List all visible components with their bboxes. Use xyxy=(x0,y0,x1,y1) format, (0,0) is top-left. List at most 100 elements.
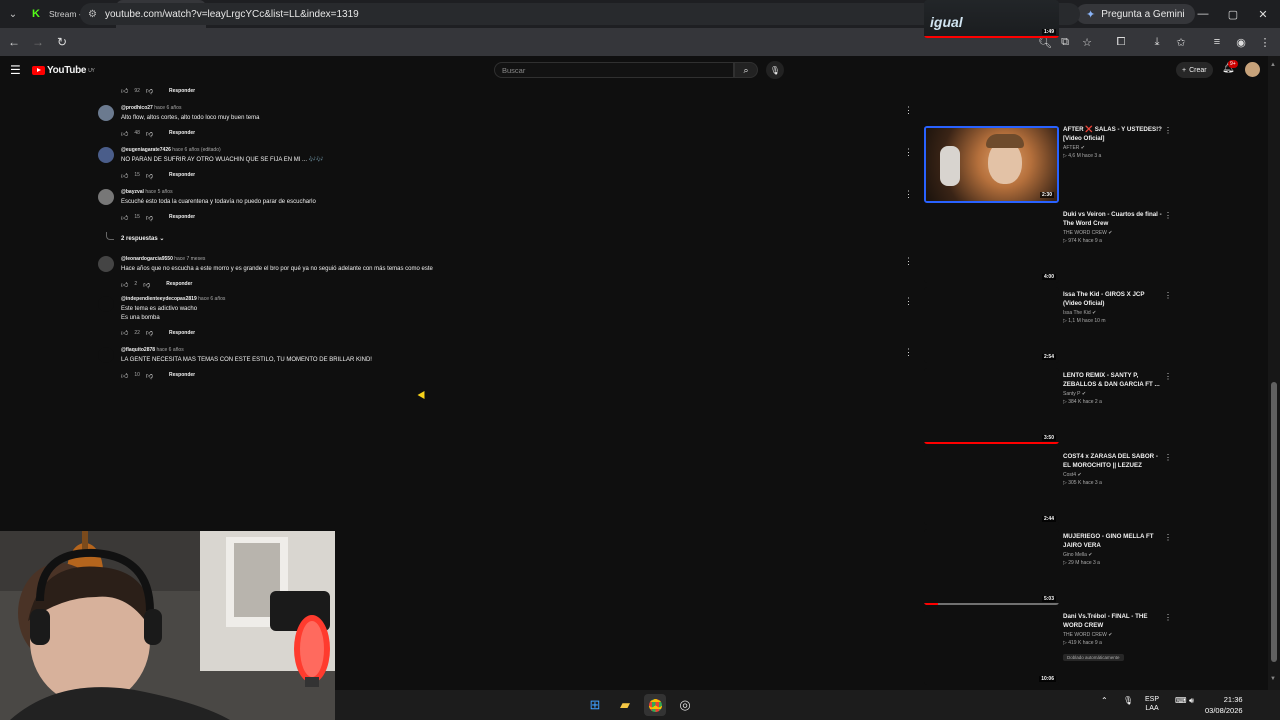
comment-more-icon[interactable]: ⋮ xyxy=(904,147,913,158)
video-title[interactable]: COST4 x ZARASA DEL SABOR - EL MOROCHITO … xyxy=(1063,453,1163,470)
comment-time[interactable]: hace 6 años xyxy=(156,347,183,353)
dislike-icon[interactable]: 👎︎ xyxy=(146,86,153,95)
scroll-down-icon[interactable]: ▼ xyxy=(1270,676,1276,682)
reply-button[interactable]: Responder xyxy=(169,372,195,378)
video-more-icon[interactable]: ⋮ xyxy=(1164,291,1172,300)
video-channel[interactable]: THE WORD CREW ✔ xyxy=(1063,632,1163,638)
video-more-icon[interactable]: ⋮ xyxy=(1164,453,1172,462)
video-more-icon[interactable]: ⋮ xyxy=(1164,372,1172,381)
dislike-icon[interactable]: 👎︎ xyxy=(146,129,153,138)
microphone-tray-icon[interactable]: 🎙︎ xyxy=(1123,696,1133,705)
like-icon[interactable]: 👍︎ xyxy=(121,171,128,180)
chrome-icon[interactable] xyxy=(644,694,666,716)
minimize-button[interactable]: — xyxy=(1188,0,1218,28)
scrollbar-thumb[interactable] xyxy=(1271,382,1277,662)
reply-button[interactable]: Responder xyxy=(169,88,195,94)
scroll-up-icon[interactable]: ▲ xyxy=(1270,62,1276,68)
language-indicator[interactable]: ESP LAA xyxy=(1145,695,1159,713)
video-more-icon[interactable]: ⋮ xyxy=(1164,211,1172,220)
reload-icon[interactable]: ↻ xyxy=(50,35,74,49)
gemini-button[interactable]: ✦ Pregunta a Gemini xyxy=(1076,4,1195,24)
comment-author[interactable]: @prodhico27 xyxy=(121,105,153,111)
like-icon[interactable]: 👍︎ xyxy=(121,86,128,95)
video-thumbnail[interactable]: 2:30 xyxy=(924,126,1059,203)
dislike-icon[interactable]: 👎︎ xyxy=(143,280,150,289)
comment-time[interactable]: hace 6 años (editado) xyxy=(172,147,220,153)
video-title[interactable]: Issa The Kid - GIROS X JCP (Video Oficia… xyxy=(1063,291,1163,308)
media-control-icon[interactable]: ≡ xyxy=(1206,28,1228,56)
file-explorer-icon[interactable]: ▰ xyxy=(614,694,636,716)
comment-author[interactable]: @leonardogarcia9550 xyxy=(121,256,173,262)
video-thumbnail[interactable]: 2:54 xyxy=(924,287,1059,363)
comment-avatar[interactable] xyxy=(98,105,114,121)
dislike-icon[interactable]: 👎︎ xyxy=(146,171,153,180)
reply-button[interactable]: Responder xyxy=(169,172,195,178)
like-icon[interactable]: 👍︎ xyxy=(121,328,128,337)
comment-more-icon[interactable]: ⋮ xyxy=(904,189,913,200)
comment-time[interactable]: hace 6 años xyxy=(154,105,181,111)
favorites-icon[interactable]: ✩ xyxy=(1170,28,1192,56)
video-title[interactable]: Dani Vs.Trébol - FINAL - THE WORD CREW xyxy=(1063,613,1163,630)
comment-time[interactable]: hace 7 meses xyxy=(174,256,205,262)
comment-avatar[interactable] xyxy=(98,189,114,205)
video-more-icon[interactable]: ⋮ xyxy=(1164,533,1172,542)
dislike-icon[interactable]: 👎︎ xyxy=(146,213,153,222)
voice-search-button[interactable]: 🎙︎ xyxy=(766,61,784,79)
volume-icon[interactable]: 🔊︎ xyxy=(1189,696,1194,706)
video-title[interactable]: Duki vs Veiron - Cuartos de final - The … xyxy=(1063,211,1163,228)
like-icon[interactable]: 👍︎ xyxy=(121,280,128,289)
show-hidden-icons[interactable]: ⌃ xyxy=(1101,696,1108,705)
video-channel[interactable]: Cost4 ✔ xyxy=(1063,472,1163,478)
video-more-icon[interactable]: ⋮ xyxy=(1164,126,1172,135)
create-button[interactable]: + Crear xyxy=(1176,62,1213,78)
video-channel[interactable]: AFTER ✔ xyxy=(1063,145,1163,151)
comment-author[interactable]: @bayzval xyxy=(121,189,144,195)
search-button[interactable]: ⌕ xyxy=(734,62,758,78)
video-thumbnail[interactable]: 3:50 xyxy=(924,368,1059,444)
video-title[interactable]: LENTO REMIX - SANTY P, ZEBALLOS & DAN GA… xyxy=(1063,372,1163,389)
video-title[interactable]: MUJERIEGO - GINO MELLA FT JAIRO VERA xyxy=(1063,533,1163,550)
video-more-icon[interactable]: ⋮ xyxy=(1164,613,1172,622)
video-channel[interactable]: THE WORD CREW ✔ xyxy=(1063,230,1163,236)
comment-more-icon[interactable]: ⋮ xyxy=(904,296,913,307)
browser-menu-icon[interactable]: ⋮ xyxy=(1254,28,1276,56)
reply-button[interactable]: Responder xyxy=(169,214,195,220)
search-input[interactable]: Buscar xyxy=(494,62,734,78)
comment-avatar[interactable] xyxy=(98,296,114,312)
forward-icon[interactable]: → xyxy=(26,35,50,49)
obs-icon[interactable]: ◎ xyxy=(674,694,696,716)
download-icon[interactable]: ⤓ xyxy=(1146,28,1168,56)
video-channel[interactable]: Gino Mella ✔ xyxy=(1063,552,1163,558)
comment-author[interactable]: @independienteeydecopas2819 xyxy=(121,296,197,302)
comment-more-icon[interactable]: ⋮ xyxy=(904,256,913,267)
account-avatar[interactable] xyxy=(1245,62,1260,77)
comment-author[interactable]: @flaquito2878 xyxy=(121,347,155,353)
like-icon[interactable]: 👍︎ xyxy=(121,371,128,380)
video-thumbnail[interactable]: igual 1:49 xyxy=(924,0,1059,38)
video-title[interactable]: AFTER ❌ SALAS - Y USTEDES!? [Video Ofici… xyxy=(1063,126,1163,143)
video-channel[interactable]: Santy P ✔ xyxy=(1063,391,1163,397)
comment-more-icon[interactable]: ⋮ xyxy=(904,347,913,358)
video-thumbnail[interactable]: 2:44 xyxy=(924,449,1059,525)
replies-toggle[interactable]: 2 respuestas ⌄ xyxy=(121,235,164,242)
windows-start-icon[interactable]: ⊞ xyxy=(584,694,606,716)
dislike-icon[interactable]: 👎︎ xyxy=(146,371,153,380)
system-clock[interactable]: 21:36 03/08/2026 xyxy=(1205,694,1243,716)
page-scrollbar[interactable]: ▲ ▼ xyxy=(1268,56,1280,690)
hamburger-menu-icon[interactable]: ☰ xyxy=(10,63,21,77)
comment-time[interactable]: hace 6 años xyxy=(198,296,225,302)
comment-avatar[interactable] xyxy=(98,147,114,163)
network-icon[interactable]: ⌨ xyxy=(1175,696,1187,705)
comment-author[interactable]: @eugeniagarate7426 xyxy=(121,147,171,153)
tab-search-icon[interactable]: ⌄ xyxy=(0,0,26,28)
site-info-icon[interactable]: ⚙ xyxy=(88,9,97,20)
comment-more-icon[interactable]: ⋮ xyxy=(904,105,913,116)
video-thumbnail[interactable]: 10:06 xyxy=(924,609,1059,685)
youtube-logo[interactable]: YouTube UY xyxy=(32,65,95,76)
video-thumbnail[interactable]: 4:00 xyxy=(924,207,1059,283)
maximize-button[interactable]: ▢ xyxy=(1218,0,1248,28)
back-icon[interactable]: ← xyxy=(2,35,26,49)
video-channel[interactable]: Issa The Kid ✔ xyxy=(1063,310,1163,316)
extensions-icon[interactable]: ⧠ xyxy=(1110,28,1132,56)
comment-avatar[interactable] xyxy=(98,347,114,363)
